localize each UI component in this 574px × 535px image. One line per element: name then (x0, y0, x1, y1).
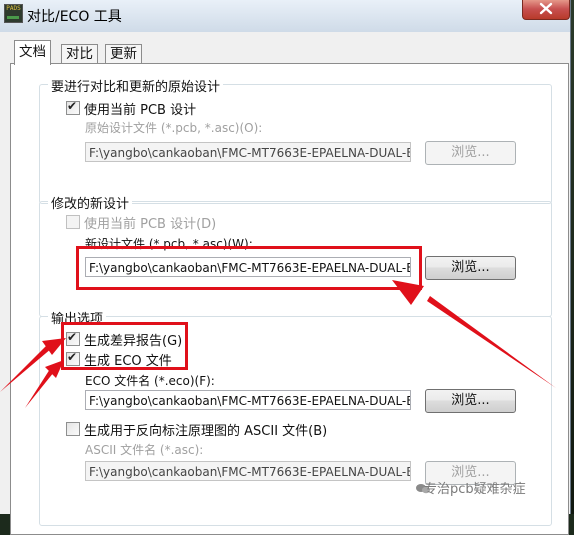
arrow-shaft-left-lower (25, 369, 54, 408)
tab-label: 文档 (19, 44, 46, 60)
tab-documents[interactable]: 文档 (14, 40, 51, 65)
arrow-head-right (392, 280, 424, 305)
arrow-shaft-right (427, 296, 556, 388)
watermark-text: 专治pcb疑难杂症 (424, 482, 526, 497)
arrow-shaft-left-upper (0, 344, 52, 392)
annotation-arrows (0, 280, 556, 408)
